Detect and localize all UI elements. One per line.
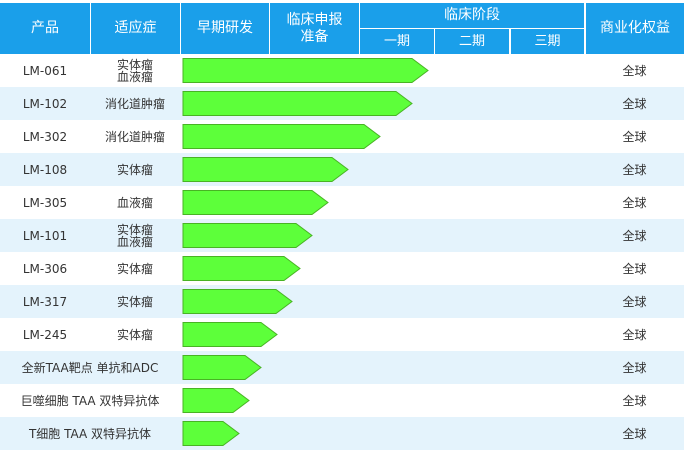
header-clinical-stage: 临床阶段 — [360, 3, 584, 28]
table-row: LM-302 消化道肿瘤 全球 — [0, 120, 684, 153]
progress-arrow — [182, 58, 429, 83]
header-phase-1: 一期 — [360, 29, 435, 54]
product-name: LM-302 — [22, 129, 68, 144]
table-row: LM-108 实体瘤 全球 — [0, 153, 684, 186]
product-name: LM-108 — [22, 162, 68, 177]
table-row: LM-305 血液瘤 全球 — [0, 186, 684, 219]
commercial-rights: 全球 — [622, 195, 647, 210]
table-row: LM-306 实体瘤 全球 — [0, 252, 684, 285]
table-row: 全新TAA靶点 单抗和ADC 全球 — [0, 351, 684, 384]
commercial-rights: 全球 — [622, 426, 647, 441]
product-name: LM-317 — [22, 294, 68, 309]
product-name: 全新TAA靶点 单抗和ADC — [21, 360, 159, 375]
table-row: T细胞 TAA 双特异抗体 全球 — [0, 417, 684, 450]
header-phase-3: 三期 — [510, 29, 584, 54]
header-indication: 适应症 — [91, 3, 181, 54]
table-row: LM-101 实体瘤 血液瘤 全球 — [0, 219, 684, 252]
commercial-rights: 全球 — [622, 96, 647, 111]
progress-arrow — [182, 190, 329, 215]
product-name: LM-101 — [22, 228, 68, 243]
indication: 实体瘤 血液瘤 — [116, 222, 153, 249]
product-name: LM-305 — [22, 195, 68, 210]
commercial-rights: 全球 — [622, 294, 647, 309]
progress-arrow — [182, 388, 250, 413]
table-row: LM-061 实体瘤 血液瘤 全球 — [0, 54, 684, 87]
product-name: LM-102 — [22, 96, 68, 111]
progress-arrow — [182, 289, 293, 314]
product-name: LM-245 — [22, 327, 68, 342]
header-ind-prep: 临床申报 准备 — [270, 3, 360, 54]
progress-arrow — [182, 157, 349, 182]
header-phase-2: 二期 — [435, 29, 510, 54]
indication: 实体瘤 — [116, 162, 153, 177]
commercial-rights: 全球 — [622, 261, 647, 276]
commercial-rights: 全球 — [622, 360, 647, 375]
indication: 实体瘤 血液瘤 — [116, 57, 153, 84]
indication: 实体瘤 — [116, 294, 153, 309]
pipeline-table: 产品 适应症 早期研发 临床申报 准备 临床阶段 一期 二期 三期 商业化权益 … — [0, 0, 684, 453]
header-early-research: 早期研发 — [181, 3, 270, 54]
progress-arrow — [182, 421, 240, 446]
indication: 血液瘤 — [116, 195, 153, 210]
commercial-rights: 全球 — [622, 162, 647, 177]
indication: 消化道肿瘤 — [104, 96, 165, 111]
indication: 消化道肿瘤 — [104, 129, 165, 144]
table-row: LM-245 实体瘤 全球 — [0, 318, 684, 351]
table-row: LM-102 消化道肿瘤 全球 — [0, 87, 684, 120]
commercial-rights: 全球 — [622, 327, 647, 342]
header-commercial-rights: 商业化权益 — [585, 3, 684, 54]
commercial-rights: 全球 — [622, 228, 647, 243]
progress-arrow — [182, 124, 381, 149]
indication: 实体瘤 — [116, 261, 153, 276]
progress-arrow — [182, 256, 301, 281]
progress-arrow — [182, 322, 278, 347]
progress-arrow — [182, 91, 413, 116]
product-name: 巨噬细胞 TAA 双特异抗体 — [20, 393, 160, 408]
indication: 实体瘤 — [116, 327, 153, 342]
table-row: 巨噬细胞 TAA 双特异抗体 全球 — [0, 384, 684, 417]
table-row: LM-317 实体瘤 全球 — [0, 285, 684, 318]
progress-arrow — [182, 355, 262, 380]
header-product: 产品 — [0, 3, 91, 54]
commercial-rights: 全球 — [622, 393, 647, 408]
commercial-rights: 全球 — [622, 63, 647, 78]
commercial-rights: 全球 — [622, 129, 647, 144]
product-name: LM-306 — [22, 261, 68, 276]
progress-arrow — [182, 223, 313, 248]
product-name: T细胞 TAA 双特异抗体 — [28, 426, 152, 441]
product-name: LM-061 — [22, 63, 68, 78]
